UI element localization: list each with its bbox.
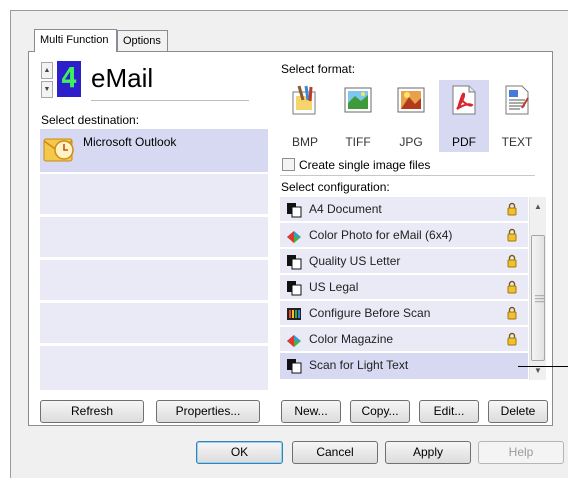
text-document-icon	[505, 85, 529, 115]
format-option-pdf[interactable]: PDF	[439, 80, 489, 152]
destination-empty-row[interactable]	[40, 260, 268, 302]
destination-empty-row[interactable]	[40, 346, 268, 392]
format-option-tiff[interactable]: TIFF	[333, 80, 383, 152]
lock-icon	[507, 228, 517, 242]
config-item-scan-for-light-text[interactable]: Scan for Light Text	[280, 353, 528, 380]
ok-button[interactable]: OK	[196, 441, 283, 464]
destination-item-microsoft-outlook[interactable]: Microsoft Outlook	[40, 129, 268, 174]
format-label: TEXT	[501, 135, 533, 149]
config-item-label: Quality US Letter	[309, 254, 401, 268]
lock-icon	[507, 332, 517, 346]
scrollbar-grip-icon: — — —	[535, 290, 544, 306]
lock-icon	[507, 280, 517, 294]
config-item-label: Color Magazine	[309, 332, 394, 346]
destination-item-label: Microsoft Outlook	[83, 135, 177, 149]
color-photo-icon	[287, 231, 301, 243]
format-option-bmp[interactable]: BMP	[280, 80, 330, 152]
pdf-document-icon	[452, 85, 476, 115]
select-destination-label: Select destination:	[41, 113, 140, 127]
single-image-checkbox[interactable]	[282, 158, 295, 171]
select-format-label: Select format:	[281, 62, 356, 76]
lock-icon	[507, 202, 517, 216]
lock-icon	[507, 306, 517, 320]
config-item-us-legal[interactable]: US Legal	[280, 275, 528, 300]
destination-name: eMail	[91, 63, 154, 93]
edit-button[interactable]: Edit...	[419, 400, 479, 423]
copy-button[interactable]: Copy...	[350, 400, 410, 423]
destination-name-underline	[91, 100, 249, 101]
spin-down-arrow-icon[interactable]: ▼	[41, 81, 53, 98]
spin-up-arrow-icon[interactable]: ▲	[41, 62, 53, 79]
scroll-up-arrow-icon[interactable]: ▲	[530, 199, 546, 215]
tab-multi-function[interactable]: Multi Function	[34, 29, 117, 52]
config-item-label: A4 Document	[309, 202, 382, 216]
bw-document-icon	[287, 281, 302, 296]
config-item-label: Color Photo for eMail (6x4)	[309, 228, 453, 242]
properties-button[interactable]: Properties...	[156, 400, 260, 423]
config-item-label: Configure Before Scan	[309, 306, 431, 320]
destination-number-display: 4	[57, 61, 81, 97]
format-option-text[interactable]: TEXT	[492, 80, 542, 152]
bw-document-icon	[287, 203, 302, 218]
config-item-quality-us-letter[interactable]: Quality US Letter	[280, 249, 528, 274]
format-label: PDF	[452, 135, 476, 149]
format-selector: BMP TIFF JPG PDF TEXT	[280, 80, 545, 152]
config-item-color-photo[interactable]: Color Photo for eMail (6x4)	[280, 223, 528, 248]
format-option-jpg[interactable]: JPG	[386, 80, 436, 152]
refresh-button[interactable]: Refresh	[40, 400, 144, 423]
callout-line	[518, 366, 568, 367]
configuration-list[interactable]: A4 Document Color Photo for eMail (6x4) …	[280, 197, 528, 380]
destination-empty-row[interactable]	[40, 217, 268, 259]
bmp-paint-icon	[292, 85, 316, 115]
destination-empty-row[interactable]	[40, 174, 268, 216]
color-photo-icon	[287, 335, 301, 347]
tiff-landscape-icon	[344, 87, 372, 113]
single-image-label[interactable]: Create single image files	[299, 158, 430, 172]
scrollbar-thumb[interactable]: — — —	[531, 235, 545, 361]
format-label: TIFF	[345, 135, 371, 149]
bw-document-icon	[287, 359, 302, 374]
destination-spinner[interactable]: ▲ ▼	[41, 62, 53, 98]
config-item-color-magazine[interactable]: Color Magazine	[280, 327, 528, 352]
configuration-scrollbar[interactable]: ▲ — — — ▼	[529, 197, 546, 380]
apply-button[interactable]: Apply	[385, 441, 471, 464]
destination-empty-row[interactable]	[40, 303, 268, 345]
format-label: BMP	[291, 135, 318, 149]
format-label: JPG	[399, 135, 423, 149]
cancel-button[interactable]: Cancel	[292, 441, 378, 464]
destination-list[interactable]: Microsoft Outlook	[40, 129, 268, 392]
select-configuration-label: Select configuration:	[281, 180, 390, 194]
jpg-image-icon	[397, 87, 425, 113]
configure-scan-icon	[287, 308, 301, 320]
config-item-label: Scan for Light Text	[309, 358, 409, 372]
delete-button[interactable]: Delete	[488, 400, 548, 423]
lock-icon	[507, 254, 517, 268]
config-item-label: US Legal	[309, 280, 359, 294]
tab-options[interactable]: Options	[117, 30, 168, 51]
format-separator	[280, 175, 535, 176]
config-item-configure-before-scan[interactable]: Configure Before Scan	[280, 301, 528, 326]
outlook-icon	[43, 138, 74, 162]
config-item-a4-document[interactable]: A4 Document	[280, 197, 528, 222]
bw-document-icon	[287, 255, 302, 270]
new-button[interactable]: New...	[281, 400, 341, 423]
help-button[interactable]: Help	[478, 441, 564, 464]
